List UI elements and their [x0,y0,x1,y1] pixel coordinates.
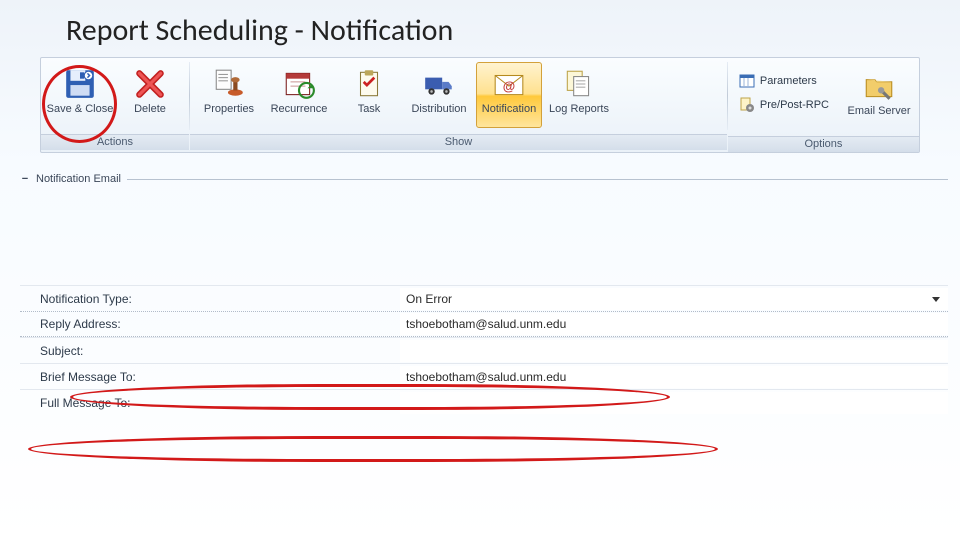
truck-icon [422,67,456,101]
save-close-label: Save & Close [47,104,114,116]
script-gear-icon [738,96,756,114]
parameters-button[interactable]: Parameters [736,70,835,92]
folder-wrench-icon [862,69,896,103]
notification-button[interactable]: @ Notification [476,62,542,128]
pre-post-rpc-button[interactable]: Pre/Post-RPC [736,94,835,116]
notification-label: Notification [482,104,536,116]
notification-email-icon: @ [492,67,526,101]
brief-message-to-input[interactable] [400,366,948,388]
row-full-message-to: Full Message To: [20,389,948,415]
full-message-to-input[interactable] [400,392,948,414]
group-label-show: Show [190,134,727,150]
floppy-disk-icon [63,67,97,101]
properties-stamp-icon [212,67,246,101]
distribution-button[interactable]: Distribution [406,62,472,128]
recurrence-button[interactable]: Recurrence [266,62,332,128]
subject-input[interactable] [400,340,948,362]
delete-x-icon [133,67,167,101]
delete-label: Delete [134,104,166,116]
properties-button[interactable]: Properties [196,62,262,128]
label-full-message-to: Full Message To: [20,396,400,410]
task-label: Task [358,104,381,116]
parameters-grid-icon [738,72,756,90]
recurrence-label: Recurrence [271,104,328,116]
parameters-label: Parameters [760,75,817,87]
notification-panel: Notification Email Notification Type: On… [20,173,948,415]
label-brief-message-to: Brief Message To: [20,370,400,384]
row-reply-address: Reply Address: [20,311,948,337]
log-reports-icon [562,67,596,101]
svg-text:@: @ [503,78,515,93]
recurrence-calendar-icon [282,67,316,101]
save-close-button[interactable]: Save & Close [47,62,113,128]
group-label-options: Options [728,136,919,152]
page-title: Report Scheduling - Notification [0,0,960,57]
log-reports-button[interactable]: Log Reports [546,62,612,128]
reply-address-input[interactable] [400,313,948,335]
notification-type-select[interactable]: On Error [400,288,948,310]
section-header-text: Notification Email [36,173,121,185]
distribution-label: Distribution [411,104,466,116]
row-subject: Subject: [20,337,948,363]
task-button[interactable]: Task [336,62,402,128]
properties-label: Properties [204,104,254,116]
email-server-label: Email Server [848,106,911,118]
section-header[interactable]: Notification Email [20,173,948,185]
ribbon: Save & Close Delete Actions [40,57,920,153]
section-header-rule [127,179,948,180]
label-reply-address: Reply Address: [20,317,400,331]
notification-form: Notification Type: On Error Reply Addres… [20,285,948,415]
label-subject: Subject: [20,344,400,358]
group-label-actions: Actions [41,134,189,150]
annotation-circle-brief [28,436,718,462]
pre-post-rpc-label: Pre/Post-RPC [760,99,829,111]
row-brief-message-to: Brief Message To: [20,363,948,389]
delete-button[interactable]: Delete [117,62,183,128]
row-notification-type: Notification Type: On Error [20,285,948,311]
email-server-button[interactable]: Email Server [845,64,913,130]
task-clipboard-icon [352,67,386,101]
log-reports-label: Log Reports [549,104,609,116]
label-notification-type: Notification Type: [20,292,400,306]
